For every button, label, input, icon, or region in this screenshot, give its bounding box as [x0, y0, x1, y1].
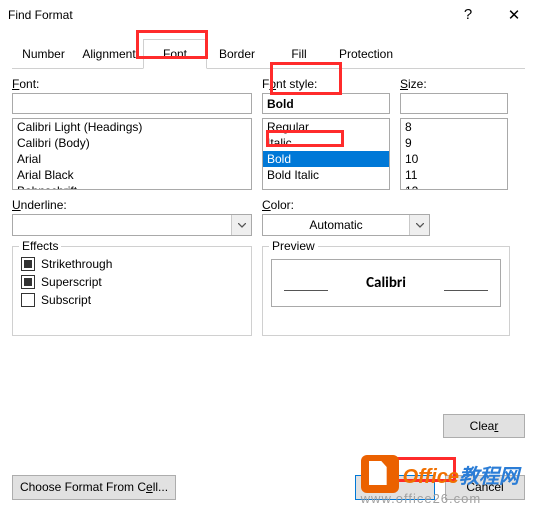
window-title: Find Format: [8, 8, 445, 22]
tab-number[interactable]: Number: [12, 39, 75, 69]
tab-protection[interactable]: Protection: [331, 39, 401, 69]
list-item[interactable]: 10: [401, 151, 507, 167]
list-item[interactable]: Arial: [13, 151, 251, 167]
font-style-list[interactable]: Regular Italic Bold Bold Italic: [262, 118, 390, 190]
list-item[interactable]: Bold Italic: [263, 167, 389, 183]
tab-alignment[interactable]: Alignment: [75, 39, 143, 69]
font-style-input[interactable]: [262, 93, 390, 114]
list-item[interactable]: 9: [401, 135, 507, 151]
font-label: Font:: [12, 77, 252, 91]
chevron-down-icon[interactable]: [231, 215, 251, 235]
tab-fill[interactable]: Fill: [267, 39, 331, 69]
font-input[interactable]: [12, 93, 252, 114]
superscript-checkbox[interactable]: Superscript: [21, 275, 243, 289]
list-item[interactable]: Bahnschrift: [13, 183, 251, 190]
effects-group: Effects Strikethrough Superscript Subscr…: [12, 246, 252, 336]
subscript-checkbox[interactable]: Subscript: [21, 293, 243, 307]
help-button[interactable]: ?: [445, 0, 491, 30]
preview-group: Preview Calibri: [262, 246, 510, 336]
font-panel: Font: Calibri Light (Headings) Calibri (…: [12, 69, 525, 336]
cancel-button[interactable]: Cancel: [445, 475, 525, 500]
list-item[interactable]: Calibri Light (Headings): [13, 119, 251, 135]
size-label: Size:: [400, 77, 508, 91]
checkbox-icon: [21, 293, 35, 307]
list-item[interactable]: Italic: [263, 135, 389, 151]
effects-legend: Effects: [19, 239, 61, 253]
list-item[interactable]: Arial Black: [13, 167, 251, 183]
clear-button[interactable]: Clear: [443, 414, 525, 438]
font-style-label: Font style:: [262, 77, 390, 91]
font-list[interactable]: Calibri Light (Headings) Calibri (Body) …: [12, 118, 252, 190]
titlebar: Find Format ? ✕: [0, 0, 537, 30]
list-item[interactable]: 8: [401, 119, 507, 135]
list-item[interactable]: Calibri (Body): [13, 135, 251, 151]
size-input[interactable]: [400, 93, 508, 114]
tab-border[interactable]: Border: [207, 39, 267, 69]
tab-strip: Number Alignment Font Border Fill Protec…: [12, 38, 525, 69]
list-item[interactable]: Bold: [263, 151, 389, 167]
list-item[interactable]: 12: [401, 183, 507, 190]
checkbox-icon: [21, 275, 35, 289]
checkbox-icon: [21, 257, 35, 271]
size-list[interactable]: 8 9 10 11 12 14: [400, 118, 508, 190]
preview-legend: Preview: [269, 239, 318, 253]
ok-button[interactable]: [355, 475, 435, 500]
close-button[interactable]: ✕: [491, 0, 537, 30]
list-item[interactable]: 11: [401, 167, 507, 183]
list-item[interactable]: Regular: [263, 119, 389, 135]
underline-label: Underline:: [12, 198, 252, 212]
color-combo[interactable]: Automatic: [262, 214, 430, 236]
preview-text: Calibri: [366, 274, 406, 292]
tab-font[interactable]: Font: [143, 39, 207, 69]
color-label: Color:: [262, 198, 510, 212]
strikethrough-checkbox[interactable]: Strikethrough: [21, 257, 243, 271]
preview-sample: Calibri: [271, 259, 501, 307]
underline-combo[interactable]: [12, 214, 252, 236]
chevron-down-icon[interactable]: [409, 215, 429, 235]
dialog-body: Number Alignment Font Border Fill Protec…: [0, 30, 537, 348]
choose-format-button[interactable]: Choose Format From Cell...: [12, 475, 176, 500]
